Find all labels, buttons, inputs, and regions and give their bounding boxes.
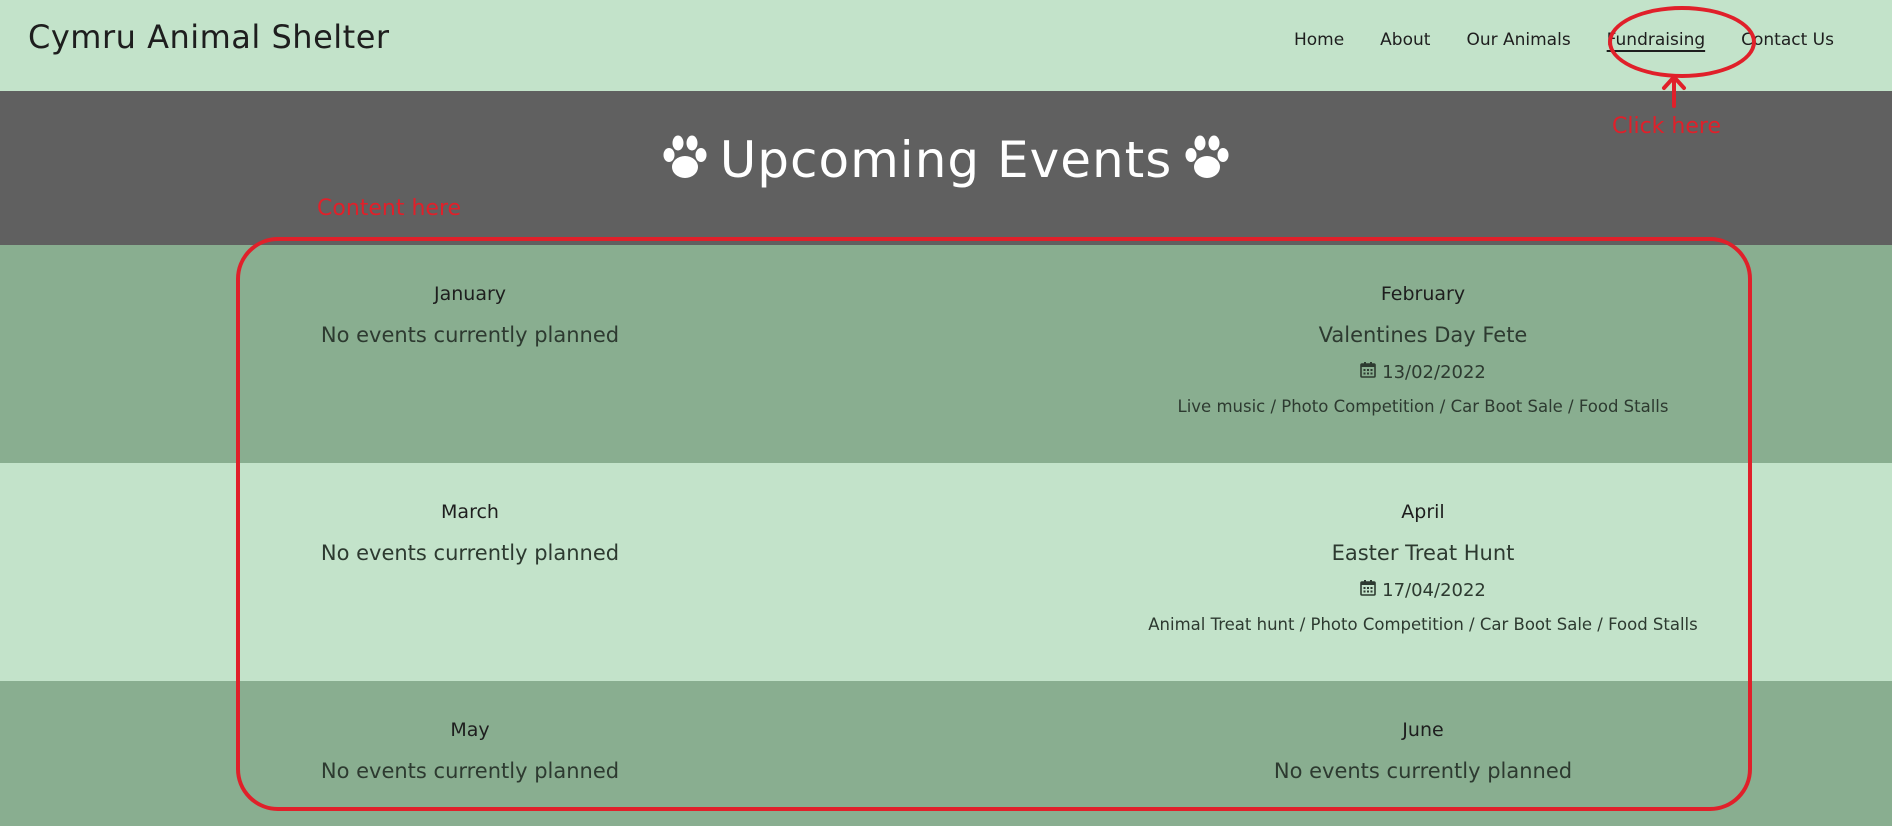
event-description: Live music / Photo Competition / Car Boo…	[1177, 397, 1669, 416]
month-label: April	[1401, 501, 1445, 523]
event-date: 17/04/2022	[1000, 579, 1846, 601]
paw-icon	[660, 135, 710, 193]
month-label: May	[450, 719, 490, 741]
event-description: Animal Treat hunt / Photo Competition / …	[1148, 615, 1698, 634]
event-may: May No events currently planned	[240, 681, 700, 783]
annotation-content-here: Content here	[317, 196, 462, 221]
event-date: 13/02/2022	[1000, 361, 1846, 383]
page-title-text: Upcoming Events	[719, 131, 1173, 189]
calendar-icon	[1360, 579, 1376, 601]
no-events-text: No events currently planned	[320, 541, 620, 565]
event-date-text: 17/04/2022	[1382, 579, 1486, 601]
page-title: Upcoming Events	[0, 131, 1892, 193]
event-january: January No events currently planned	[240, 245, 700, 347]
calendar-icon	[1360, 361, 1376, 383]
no-events-text: No events currently planned	[320, 323, 620, 347]
event-march: March No events currently planned	[240, 463, 700, 565]
month-label: March	[441, 501, 499, 523]
month-label: January	[433, 283, 507, 305]
nav-links: Home About Our Animals Fundraising Conta…	[1276, 30, 1852, 50]
nav-about[interactable]: About	[1362, 30, 1448, 50]
event-february: February Valentines Day Fete 13/02/2022 …	[1000, 245, 1846, 416]
annotation-click-here: Click here	[1612, 114, 1721, 139]
no-events-text: No events currently planned	[320, 759, 620, 783]
month-label: February	[1380, 283, 1466, 305]
event-name: Valentines Day Fete	[1318, 323, 1528, 347]
hero-banner: Upcoming Events	[0, 91, 1892, 245]
event-june: June No events currently planned	[1000, 681, 1846, 783]
nav-our-animals[interactable]: Our Animals	[1448, 30, 1588, 50]
event-name: Easter Treat Hunt	[1331, 541, 1515, 565]
annotation-circle	[1608, 6, 1756, 78]
nav-home[interactable]: Home	[1276, 30, 1362, 50]
site-brand[interactable]: Cymru Animal Shelter	[28, 18, 390, 56]
event-date-text: 13/02/2022	[1382, 361, 1486, 383]
no-events-text: No events currently planned	[1273, 759, 1573, 783]
events-row-3: May No events currently planned June No …	[0, 681, 1892, 826]
events-row-2: March No events currently planned April …	[0, 463, 1892, 681]
annotation-arrow-icon	[1662, 75, 1686, 108]
event-april: April Easter Treat Hunt 17/04/2022 Anima…	[1000, 463, 1846, 634]
events-row-1: January No events currently planned Febr…	[0, 245, 1892, 463]
paw-icon	[1182, 135, 1232, 193]
month-label: June	[1402, 719, 1444, 741]
